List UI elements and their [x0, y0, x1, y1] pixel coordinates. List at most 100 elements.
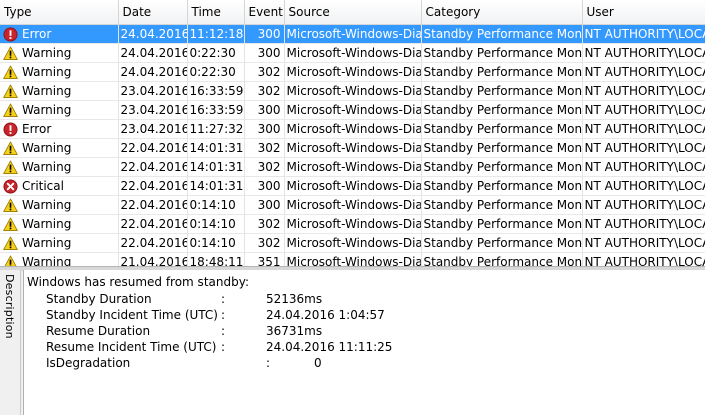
error-icon: [3, 26, 18, 42]
event-list[interactable]: Type Date Time Event Source Category Use…: [0, 0, 705, 266]
cell-type: Error: [0, 119, 119, 139]
cell-category: Standby Performance Monit: [421, 233, 583, 253]
type-label: Warning: [22, 65, 72, 79]
cell-user: NT AUTHORITY\LOCA: [582, 119, 705, 139]
event-row[interactable]: Error 24.04.2016 11:12:18 300 Microsoft-Wind…: [0, 24, 705, 44]
warning-icon: [3, 84, 18, 99]
cell-type: Warning: [0, 81, 119, 101]
cell-source: Microsoft-Windows-Dia: [284, 138, 422, 158]
cell-source: Microsoft-Windows-Dia: [284, 157, 422, 177]
cell-time: 14:01:31: [187, 176, 245, 196]
cell-event: 302: [244, 138, 285, 158]
event-row[interactable]: Warning 21.04.2016 18:48:11 351 Microsoft-Wi…: [0, 252, 705, 266]
cell-source: Microsoft-Windows-Dia: [284, 100, 422, 120]
cell-event: 302: [244, 157, 285, 177]
cell-source: Microsoft-Windows-Dia: [284, 119, 422, 139]
event-row[interactable]: Warning 24.04.2016 0:22:30 300 Microsoft-Win…: [0, 43, 705, 63]
description-tab[interactable]: Description: [0, 270, 21, 415]
critical-icon: [3, 178, 18, 194]
event-row[interactable]: Warning 23.04.2016 16:33:59 302 Microsoft-Wi…: [0, 81, 705, 101]
column-header-event[interactable]: Event: [244, 0, 285, 25]
event-row[interactable]: Error 23.04.2016 11:27:32 300 Microsoft-Wind…: [0, 119, 705, 139]
cell-category: Standby Performance Monit: [421, 157, 583, 177]
warning-icon: [3, 217, 18, 232]
cell-event: 300: [244, 176, 285, 196]
error-icon: [3, 121, 18, 137]
column-header-type[interactable]: Type: [0, 0, 119, 25]
cell-user: NT AUTHORITY\LOCA: [582, 233, 705, 253]
warning-icon: [3, 236, 18, 251]
field-label: Resume Incident Time (UTC): [46, 340, 217, 354]
cell-user: NT AUTHORITY\LOCA: [582, 100, 705, 120]
cell-category: Standby Performance Monit: [421, 62, 583, 82]
cell-type: Warning: [0, 233, 119, 253]
cell-event: 300: [244, 119, 285, 139]
type-label: Warning: [22, 46, 72, 60]
event-row[interactable]: Warning 23.04.2016 16:33:59 300 Microsoft-Wi…: [0, 100, 705, 120]
column-header-category[interactable]: Category: [421, 0, 583, 25]
column-header-user[interactable]: User: [582, 0, 705, 25]
type-label: Warning: [22, 255, 72, 266]
cell-category: Standby Performance Monit: [421, 195, 583, 215]
cell-type: Warning: [0, 195, 119, 215]
cell-user: NT AUTHORITY\LOCA: [582, 252, 705, 266]
cell-time: 18:48:11: [187, 252, 245, 266]
field-label: Standby Incident Time (UTC): [46, 308, 218, 322]
type-label: Warning: [22, 103, 72, 117]
field-separator: :: [221, 324, 226, 338]
cell-category: Standby Performance Monit: [421, 100, 583, 120]
cell-type: Warning: [0, 214, 119, 234]
cell-time: 0:22:30: [187, 62, 245, 82]
cell-type: Warning: [0, 100, 119, 120]
cell-source: Microsoft-Windows-Dia: [284, 195, 422, 215]
field-separator: :: [266, 356, 271, 370]
column-header-source[interactable]: Source: [284, 0, 422, 25]
field-label: Standby Duration: [46, 292, 152, 306]
event-row[interactable]: Warning 22.04.2016 14:01:31 302 Microsoft-Wi…: [0, 138, 705, 158]
cell-event: 300: [244, 100, 285, 120]
cell-time: 11:12:18: [187, 24, 245, 44]
event-row[interactable]: Warning 22.04.2016 0:14:10 302 Microsoft-Win…: [0, 214, 705, 234]
type-label: Error: [22, 27, 52, 41]
cell-date: 22.04.2016: [118, 138, 188, 158]
cell-type: Warning: [0, 43, 119, 63]
type-label: Critical: [22, 179, 64, 193]
event-row[interactable]: Warning 22.04.2016 14:01:31 302 Microsoft-Wi…: [0, 157, 705, 177]
field-value: 36731ms: [266, 324, 323, 338]
cell-date: 23.04.2016: [118, 100, 188, 120]
cell-source: Microsoft-Windows-Dia: [284, 62, 422, 82]
cell-date: 22.04.2016: [118, 195, 188, 215]
cell-date: 22.04.2016: [118, 176, 188, 196]
field-value: 24.04.2016 11:11:25: [266, 340, 393, 354]
warning-icon: [3, 65, 18, 80]
warning-icon: [3, 255, 18, 266]
cell-time: 0:14:10: [187, 233, 245, 253]
cell-category: Standby Performance Monit: [421, 214, 583, 234]
warning-icon: [3, 103, 18, 118]
cell-type: Warning: [0, 138, 119, 158]
cell-user: NT AUTHORITY\LOCA: [582, 81, 705, 101]
warning-icon: [3, 160, 18, 175]
column-header-time[interactable]: Time: [187, 0, 245, 25]
cell-source: Microsoft-Windows-Dia: [284, 233, 422, 253]
cell-user: NT AUTHORITY\LOCA: [582, 138, 705, 158]
cell-source: Microsoft-Windows-Dia: [284, 81, 422, 101]
cell-user: NT AUTHORITY\LOCA: [582, 43, 705, 63]
cell-source: Microsoft-Windows-Dia: [284, 214, 422, 234]
cell-event: 302: [244, 81, 285, 101]
event-row[interactable]: Warning 24.04.2016 0:22:30 302 Microsoft-Win…: [0, 62, 705, 82]
field-value: 52136ms: [266, 292, 323, 306]
cell-time: 0:22:30: [187, 43, 245, 63]
cell-source: Microsoft-Windows-Dia: [284, 176, 422, 196]
field-separator: :: [221, 308, 226, 322]
event-row[interactable]: Warning 22.04.2016 0:14:10 300 Microsoft-Win…: [0, 195, 705, 215]
cell-date: 23.04.2016: [118, 81, 188, 101]
field-value: 24.04.2016 1:04:57: [266, 308, 385, 322]
event-row[interactable]: Warning 22.04.2016 0:14:10 302 Microsoft-Win…: [0, 233, 705, 253]
field-separator: :: [221, 340, 226, 354]
cell-date: 22.04.2016: [118, 157, 188, 177]
event-row[interactable]: Critical 22.04.2016 14:01:31 300 Microsoft-W…: [0, 176, 705, 196]
cell-category: Standby Performance Monit: [421, 252, 583, 266]
warning-icon: [3, 198, 18, 213]
column-header-date[interactable]: Date: [118, 0, 188, 25]
